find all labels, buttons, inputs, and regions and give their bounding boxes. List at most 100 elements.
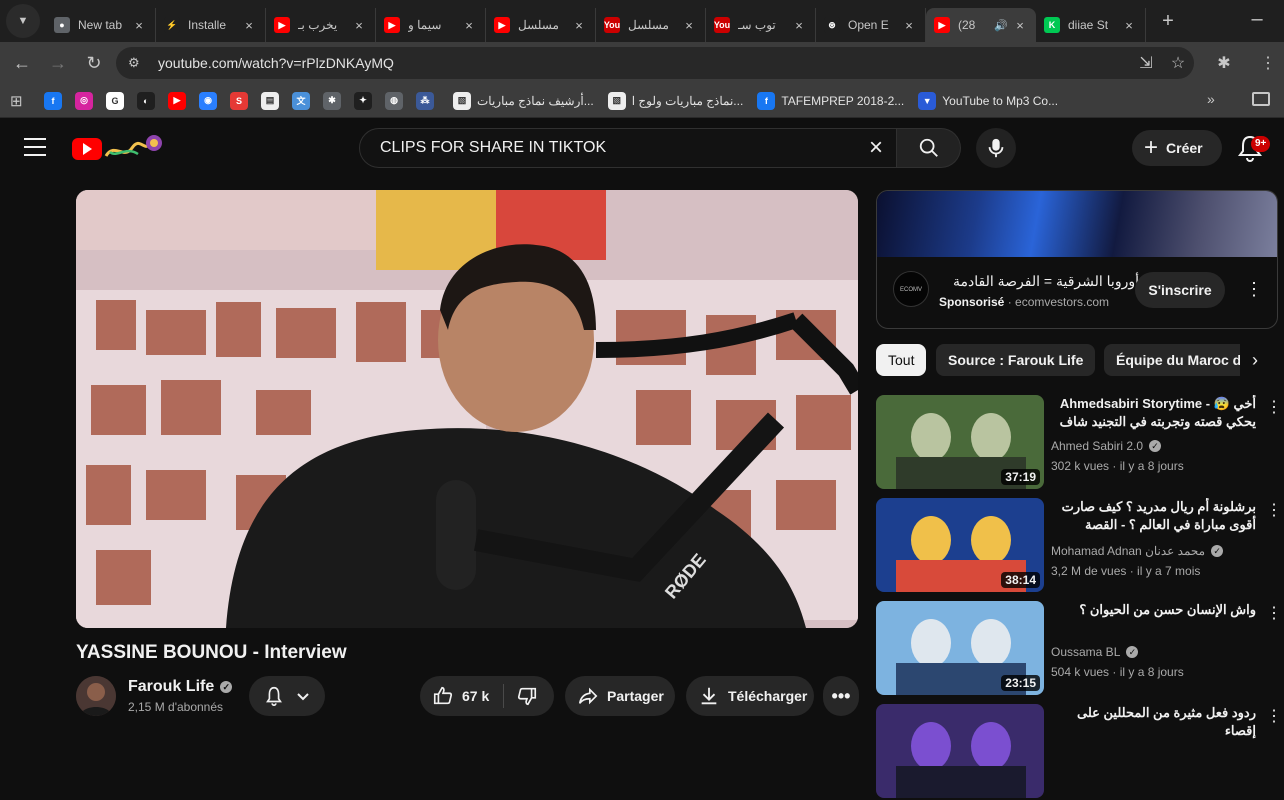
share-button[interactable]: Partager [565,676,675,716]
rec-channel[interactable]: Mohamad Adnan محمد عدنان ✓ [1051,544,1224,558]
video-title-link[interactable]: واش الإنسان حسن من الحيوان ؟ [1050,601,1256,619]
rec-more-icon[interactable]: ⋮ [1266,603,1282,623]
close-tab-icon[interactable]: × [571,18,587,33]
close-tab-icon[interactable]: × [1012,18,1028,33]
close-tab-icon[interactable]: × [461,18,477,33]
browser-tab[interactable]: ▶ (28 🔊 × [926,8,1036,42]
close-tab-icon[interactable]: × [1121,18,1137,33]
sponsored-ad-card[interactable]: ECOMV أوروبا الشرقية = الفرصة القادمة Sp… [876,190,1278,329]
bookmark-item[interactable]: ▧ نماذج مباريات ولوج ا... [607,91,743,110]
filter-chip[interactable]: Équipe du Maroc de [1104,344,1262,376]
recommendation-item[interactable]: 37:19 Ahmedsabiri Storytime - 😰 أخي يحكي… [876,395,1282,491]
rec-channel-name[interactable]: Ahmed Sabiri 2.0 [1051,439,1143,453]
site-settings-icon[interactable]: ⚙ [128,55,152,71]
video-player[interactable]: RØDE [76,190,858,628]
video-thumbnail[interactable]: 37:19 [876,395,1044,489]
youtube-icon[interactable]: ▶ [168,91,186,110]
rec-more-icon[interactable]: ⋮ [1266,706,1282,726]
channel-name[interactable]: Farouk Life ✓ [128,678,233,696]
video-title-link[interactable]: ردود فعل مثيرة من المحللين على إقصاء [1050,704,1256,740]
clear-search-icon[interactable]: × [856,134,896,162]
browser-tab[interactable]: ▶ سيما و × [376,8,486,42]
browser-tab[interactable]: ⊛ Open E × [816,8,926,42]
ad-banner-image[interactable] [877,191,1277,257]
close-tab-icon[interactable]: × [131,18,147,33]
rec-channel[interactable]: Oussama BL ✓ [1051,645,1139,659]
close-tab-icon[interactable]: × [791,18,807,33]
channel-name-text[interactable]: Farouk Life [128,678,214,696]
bookmark-item[interactable]: f TAFEMPREP 2018-2... [757,91,904,110]
people-icon[interactable]: ⁂ [416,91,434,110]
browser-tab[interactable]: You توب سـ × [706,8,816,42]
puzzle-icon[interactable]: ✱ [323,91,341,110]
ad-subscribe-button[interactable]: S'inscrire [1135,272,1225,308]
world-icon[interactable]: ◍ [385,91,403,110]
browser-tab[interactable]: ⚡ Installe × [156,8,266,42]
download-button[interactable]: Télécharger [686,676,814,716]
close-tab-icon[interactable]: × [351,18,367,33]
recommendation-item[interactable]: 38:14 برشلونة أم ريال مدريد ؟ كيف صارت أ… [876,498,1282,594]
close-tab-icon[interactable]: × [901,18,917,33]
search-input[interactable]: CLIPS FOR SHARE IN TIKTOK × [359,128,897,168]
channel-avatar[interactable] [76,676,116,716]
video-thumbnail[interactable]: 38:14 [876,498,1044,592]
audio-playing-icon[interactable]: 🔊 [994,19,1008,32]
like-count[interactable]: 67 k [462,688,489,704]
apps-grid-icon[interactable]: ⊞ [10,92,30,110]
extensions-icon[interactable]: ✱ [1208,47,1240,79]
video-thumbnail[interactable] [876,704,1044,798]
ad-more-icon[interactable]: ⋮ [1245,279,1263,300]
rec-channel[interactable]: Ahmed Sabiri 2.0 ✓ [1051,439,1162,453]
rec-more-icon[interactable]: ⋮ [1266,500,1282,520]
link-icon[interactable]: ◐ [137,91,155,110]
all-bookmarks-folder-icon[interactable] [1252,92,1270,106]
rec-channel-name[interactable]: Oussama BL [1051,645,1120,659]
filter-chip[interactable]: Tout [876,344,927,376]
recommendation-item[interactable]: ردود فعل مثيرة من المحللين على إقصاء ⋮ [876,704,1282,800]
subscribed-notifications-button[interactable] [249,676,325,716]
menu-icon[interactable] [24,138,46,162]
browser-tab[interactable]: ● New tab × [46,8,156,42]
browser-tab[interactable]: ▶ مسلسل × [486,8,596,42]
install-app-icon[interactable]: ⇲ [1130,53,1162,73]
browser-tab[interactable]: Kdiiae St × [1036,8,1146,42]
video-thumbnail[interactable]: 23:15 [876,601,1044,695]
facebook-icon[interactable]: f [44,91,62,110]
video-title-link[interactable]: برشلونة أم ريال مدريد ؟ كيف صارت أقوى مب… [1050,498,1256,534]
chevron-right-icon[interactable]: › [1240,344,1270,376]
youtube-logo[interactable] [72,138,102,160]
rec-channel-name[interactable]: Mohamad Adnan محمد عدنان [1051,544,1205,558]
browser-tab[interactable]: You مسلسل × [596,8,706,42]
rec-more-icon[interactable]: ⋮ [1266,397,1282,417]
search-button[interactable] [897,128,961,168]
recommendation-item[interactable]: 23:15 واش الإنسان حسن من الحيوان ؟ Oussam… [876,601,1282,697]
back-button[interactable]: ← [4,45,40,81]
close-tab-icon[interactable]: × [681,18,697,33]
filter-chip[interactable]: Source : Farouk Life [936,344,1096,376]
ad-title[interactable]: أوروبا الشرقية = الفرصة القادمة [939,273,1139,290]
s-icon[interactable]: S [230,91,248,110]
more-actions-button[interactable]: ••• [823,676,859,716]
voice-search-button[interactable] [976,128,1016,168]
browser-menu-icon[interactable]: ⋮ [1258,47,1278,79]
address-bar[interactable]: ⚙ youtube.com/watch?v=rPlzDNKAyMQ ⇲ ☆ [116,47,1194,79]
close-tab-icon[interactable]: × [241,18,257,33]
advertiser-logo[interactable]: ECOMV [893,271,929,307]
minimize-icon[interactable]: – [1244,8,1270,34]
instagram-icon[interactable]: ◎ [75,91,93,110]
browser-tab[interactable]: ▶ يخرب بـ × [266,8,376,42]
bookmark-star-icon[interactable]: ☆ [1162,53,1194,73]
globe-icon[interactable]: ◉ [199,91,217,110]
translate-icon[interactable]: 文 [292,91,310,110]
page-icon[interactable]: ▤ [261,91,279,110]
new-tab-button[interactable]: + [1154,7,1182,35]
video-title-link[interactable]: Ahmedsabiri Storytime - 😰 أخي يحكي قصته … [1050,395,1256,431]
dislike-icon[interactable] [516,685,538,707]
bookmark-item[interactable]: ▧ أرشيف نماذج مباريات... [453,91,594,110]
search-query[interactable]: CLIPS FOR SHARE IN TIKTOK [380,139,856,157]
google-icon[interactable]: G [106,91,124,110]
create-button[interactable]: + Créer [1132,130,1222,166]
url-text[interactable]: youtube.com/watch?v=rPlzDNKAyMQ [158,55,1130,71]
tab-search-button[interactable]: ▼ [6,4,40,38]
bookmark-item[interactable]: ▼ YouTube to Mp3 Co... [918,91,1058,110]
